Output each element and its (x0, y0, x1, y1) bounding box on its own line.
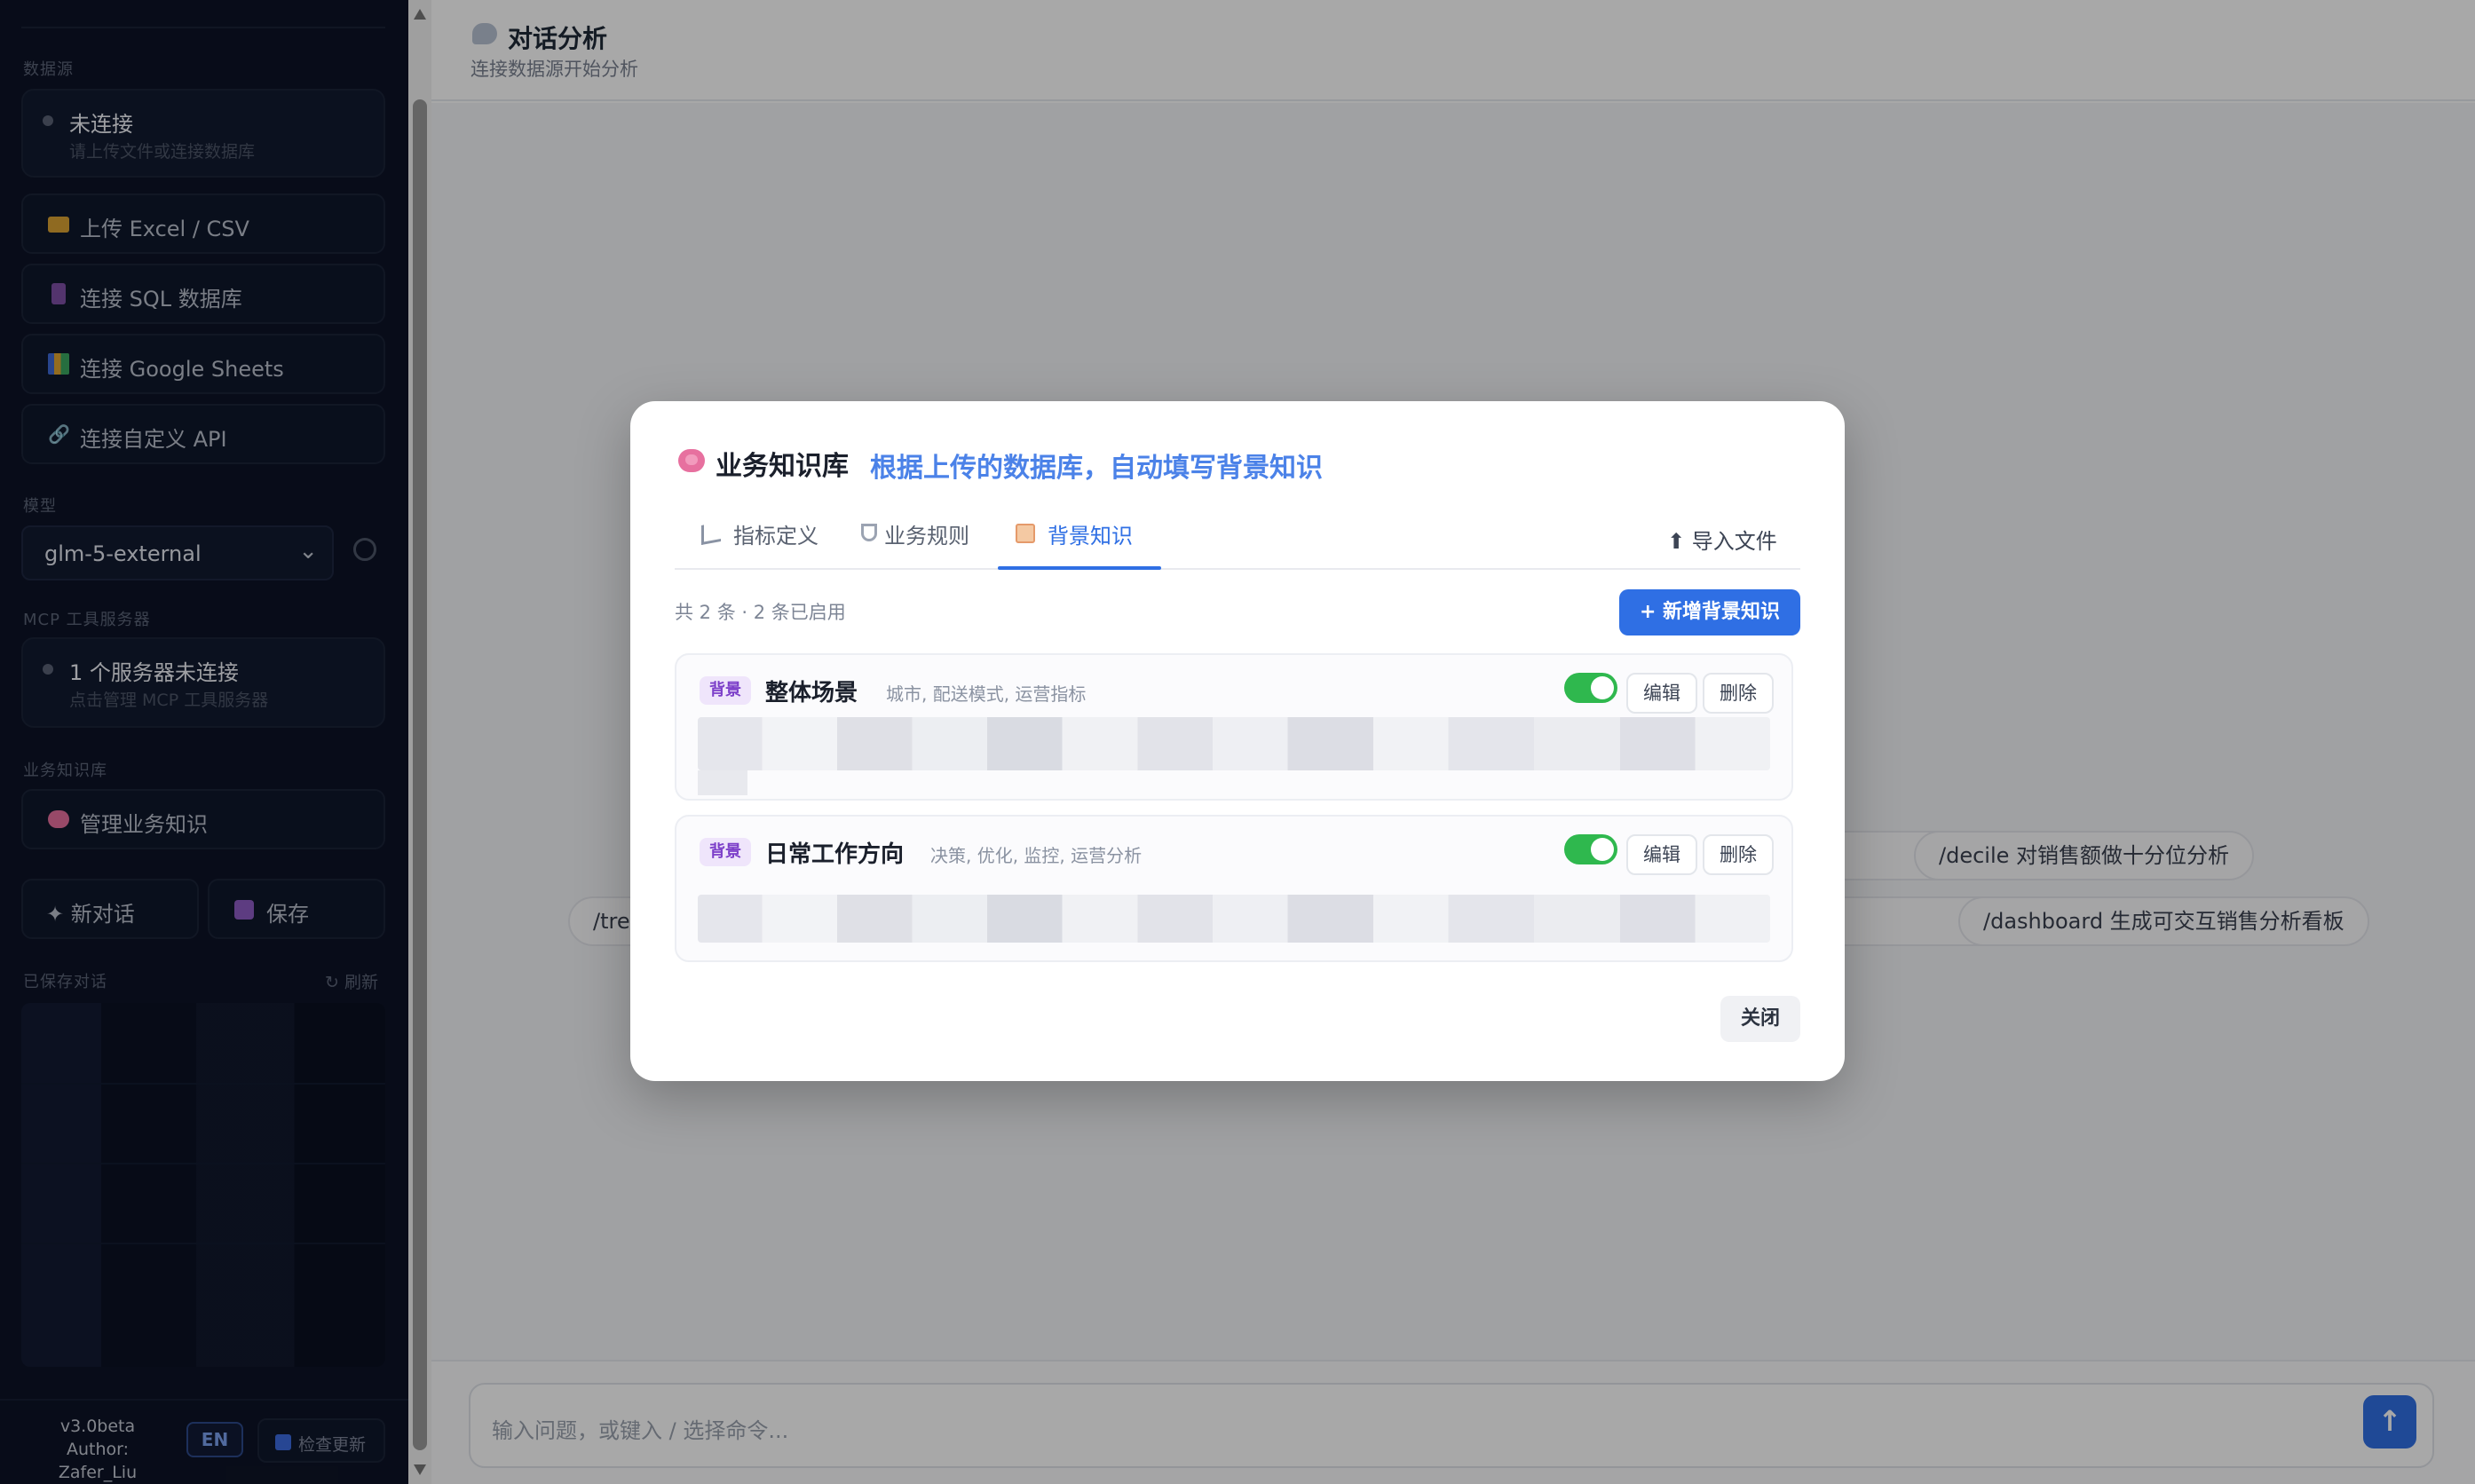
category-badge: 背景 (700, 838, 751, 866)
tab-metrics[interactable]: 指标定义 (701, 518, 843, 568)
delete-button[interactable]: 删除 (1703, 673, 1774, 714)
knowledge-tags: 决策, 优化, 监控, 运营分析 (930, 845, 1143, 866)
active-tab-indicator (998, 566, 1161, 570)
tab-background[interactable]: 背景知识 (1016, 518, 1158, 568)
knowledge-base-modal: 业务知识库 根据上传的数据库，自动填写背景知识 指标定义 业务规则 背景知识 ⬆… (630, 401, 1845, 1081)
knowledge-tags: 城市, 配送模式, 运营指标 (886, 683, 1087, 705)
knowledge-content-redacted (698, 895, 1770, 943)
auto-fill-knowledge-link[interactable]: 根据上传的数据库，自动填写背景知识 (870, 446, 1323, 485)
knowledge-title: 日常工作方向 (765, 841, 905, 868)
knowledge-title: 整体场景 (765, 680, 858, 706)
modal-title: 业务知识库 (716, 451, 849, 482)
import-file-button[interactable]: ⬆ 导入文件 (1667, 524, 1777, 555)
edit-button[interactable]: 编辑 (1626, 834, 1697, 875)
brain-icon (678, 449, 705, 472)
knowledge-content-redacted-tail (698, 770, 747, 795)
tab-metrics-label: 指标定义 (733, 524, 818, 549)
enable-toggle[interactable] (1564, 673, 1617, 703)
knowledge-tabs: 指标定义 业务规则 背景知识 (675, 506, 1800, 570)
memo-icon (1016, 524, 1035, 543)
knowledge-content-redacted (698, 717, 1770, 770)
enable-toggle[interactable] (1564, 834, 1617, 864)
category-badge: 背景 (700, 676, 751, 705)
tab-background-label: 背景知识 (1048, 524, 1133, 549)
ruler-icon (701, 522, 721, 545)
add-background-button[interactable]: + 新增背景知识 (1619, 589, 1800, 635)
tab-rules-label: 业务规则 (884, 524, 969, 549)
knowledge-count: 共 2 条 · 2 条已启用 (675, 602, 846, 623)
list-item: 背景 整体场景 城市, 配送模式, 运营指标 编辑 删除 (675, 653, 1793, 801)
close-button[interactable]: 关闭 (1720, 996, 1800, 1042)
delete-button[interactable]: 删除 (1703, 834, 1774, 875)
edit-button[interactable]: 编辑 (1626, 673, 1697, 714)
list-item: 背景 日常工作方向 决策, 优化, 监控, 运营分析 编辑 删除 (675, 815, 1793, 962)
shield-icon (861, 524, 877, 541)
tab-rules[interactable]: 业务规则 (861, 518, 994, 568)
